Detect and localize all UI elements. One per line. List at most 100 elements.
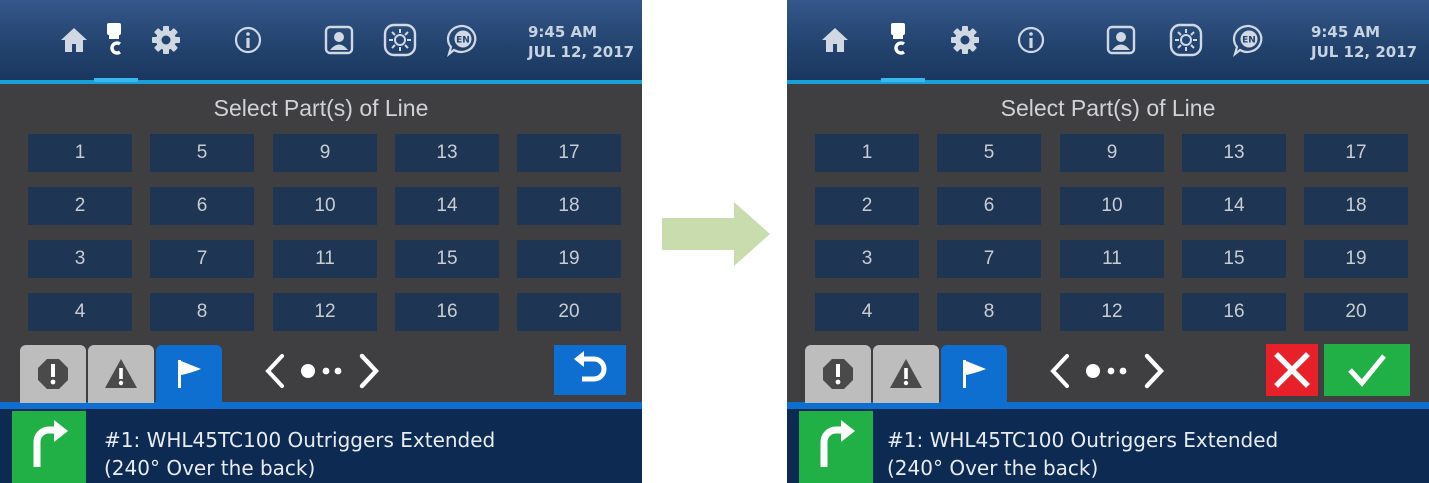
part-button-14[interactable]: 14: [1182, 187, 1286, 225]
part-button-11[interactable]: 11: [273, 240, 377, 278]
part-button-6[interactable]: 6: [150, 187, 254, 225]
status-message-line-2: (240° Over the back): [104, 456, 316, 480]
warning-icon: [890, 359, 922, 388]
part-button-20[interactable]: 20: [1304, 293, 1408, 331]
status-message: #1: WHL45TC100 Outriggers Extended (240°…: [104, 426, 495, 482]
info-icon[interactable]: [230, 22, 266, 58]
confirm-button[interactable]: [1324, 344, 1410, 396]
part-button-6[interactable]: 6: [937, 187, 1041, 225]
part-button-16[interactable]: 16: [1182, 293, 1286, 331]
part-button-15[interactable]: 15: [395, 240, 499, 278]
part-button-4[interactable]: 4: [28, 293, 132, 331]
clock-date: JUL 12, 2017: [528, 43, 635, 61]
part-button-20[interactable]: 20: [517, 293, 621, 331]
undo-arrow-icon: [574, 351, 607, 382]
page-navigator[interactable]: [1047, 348, 1177, 394]
tab-warnings[interactable]: [873, 345, 939, 403]
part-button-18[interactable]: 18: [517, 187, 621, 225]
operator-icon[interactable]: [1103, 22, 1139, 58]
status-message: #1: WHL45TC100 Outriggers Extended (240°…: [887, 426, 1278, 482]
tab-stop-alerts[interactable]: [805, 345, 871, 403]
part-button-17[interactable]: 17: [517, 134, 621, 172]
part-button-9[interactable]: 9: [273, 134, 377, 172]
part-button-5[interactable]: 5: [937, 134, 1041, 172]
part-button-2[interactable]: 2: [815, 187, 919, 225]
transition-arrow: [662, 202, 770, 266]
home-icon[interactable]: [56, 22, 92, 58]
part-button-8[interactable]: 8: [150, 293, 254, 331]
turn-arrow-icon: [820, 420, 855, 467]
part-button-1[interactable]: 1: [815, 134, 919, 172]
part-button-1[interactable]: 1: [28, 134, 132, 172]
info-icon[interactable]: [1013, 22, 1049, 58]
go-button[interactable]: [12, 411, 86, 483]
part-button-4[interactable]: 4: [815, 293, 919, 331]
part-button-16[interactable]: 16: [395, 293, 499, 331]
back-button[interactable]: [554, 345, 626, 395]
part-button-2[interactable]: 2: [28, 187, 132, 225]
clock: 9:45 AM JUL 12, 2017: [528, 22, 634, 62]
gear-icon[interactable]: [947, 22, 983, 58]
stop-alert-icon: [38, 359, 68, 389]
clock-time: 9:45 AM: [1311, 23, 1381, 41]
parts-grid: 1 2 3 4 5 6 7 8 9 10 11 12 13 14 15 16 1…: [815, 134, 1409, 342]
active-tab-indicator: [94, 78, 138, 82]
brightness-icon[interactable]: [1168, 22, 1204, 58]
part-button-13[interactable]: 13: [1182, 134, 1286, 172]
language-icon[interactable]: EN: [1231, 22, 1267, 58]
screen-after: EN 9:45 AM JUL 12, 2017 Select Part(s) o…: [787, 0, 1429, 483]
status-message-line-1: #1: WHL45TC100 Outriggers Extended: [104, 428, 496, 452]
part-button-18[interactable]: 18: [1304, 187, 1408, 225]
gear-icon[interactable]: [148, 22, 184, 58]
part-button-14[interactable]: 14: [395, 187, 499, 225]
tab-stop-alerts[interactable]: [20, 345, 86, 403]
tab-warnings[interactable]: [88, 345, 154, 403]
part-button-9[interactable]: 9: [1060, 134, 1164, 172]
part-button-19[interactable]: 19: [517, 240, 621, 278]
part-button-10[interactable]: 10: [1060, 187, 1164, 225]
crane-hook-icon[interactable]: [882, 22, 918, 58]
part-button-3[interactable]: 3: [28, 240, 132, 278]
language-icon[interactable]: EN: [445, 22, 481, 58]
crane-hook-icon[interactable]: [98, 22, 134, 58]
page-dot-active: [301, 364, 315, 378]
page-dot: [334, 367, 342, 375]
part-button-19[interactable]: 19: [1304, 240, 1408, 278]
part-button-11[interactable]: 11: [1060, 240, 1164, 278]
cancel-button[interactable]: [1266, 344, 1318, 396]
page-dot-active: [1086, 364, 1100, 378]
screen-before: EN 9:45 AM JUL 12, 2017 Select Part(s) o…: [0, 0, 642, 483]
part-button-10[interactable]: 10: [273, 187, 377, 225]
part-button-8[interactable]: 8: [937, 293, 1041, 331]
clock: 9:45 AM JUL 12, 2017: [1311, 22, 1417, 62]
brightness-icon[interactable]: [382, 22, 418, 58]
page-title: Select Part(s) of Line: [213, 95, 429, 121]
tab-flags[interactable]: [156, 345, 222, 409]
chevron-right-icon: [359, 353, 380, 389]
turn-arrow-icon: [33, 420, 68, 467]
language-badge-text: EN: [1242, 36, 1256, 46]
home-icon[interactable]: [817, 22, 853, 58]
tab-flags[interactable]: [941, 345, 1007, 409]
page-dot: [322, 367, 330, 375]
language-badge-text: EN: [456, 36, 470, 46]
part-button-5[interactable]: 5: [150, 134, 254, 172]
flag-icon: [178, 360, 201, 388]
part-button-13[interactable]: 13: [395, 134, 499, 172]
part-button-12[interactable]: 12: [1060, 293, 1164, 331]
part-button-12[interactable]: 12: [273, 293, 377, 331]
part-button-3[interactable]: 3: [815, 240, 919, 278]
part-button-15[interactable]: 15: [1182, 240, 1286, 278]
go-button[interactable]: [799, 411, 873, 483]
clock-date: JUL 12, 2017: [1311, 43, 1418, 61]
parts-grid: 1 2 3 4 5 6 7 8 9 10 11 12 13 14 15 16 1…: [28, 134, 622, 342]
part-button-17[interactable]: 17: [1304, 134, 1408, 172]
part-button-7[interactable]: 7: [937, 240, 1041, 278]
page-title: Select Part(s) of Line: [1000, 95, 1216, 121]
page-navigator[interactable]: [262, 348, 392, 394]
flag-icon: [963, 360, 986, 388]
part-button-7[interactable]: 7: [150, 240, 254, 278]
operator-icon[interactable]: [321, 22, 357, 58]
chevron-right-icon: [1144, 353, 1165, 389]
warning-icon: [105, 359, 137, 388]
